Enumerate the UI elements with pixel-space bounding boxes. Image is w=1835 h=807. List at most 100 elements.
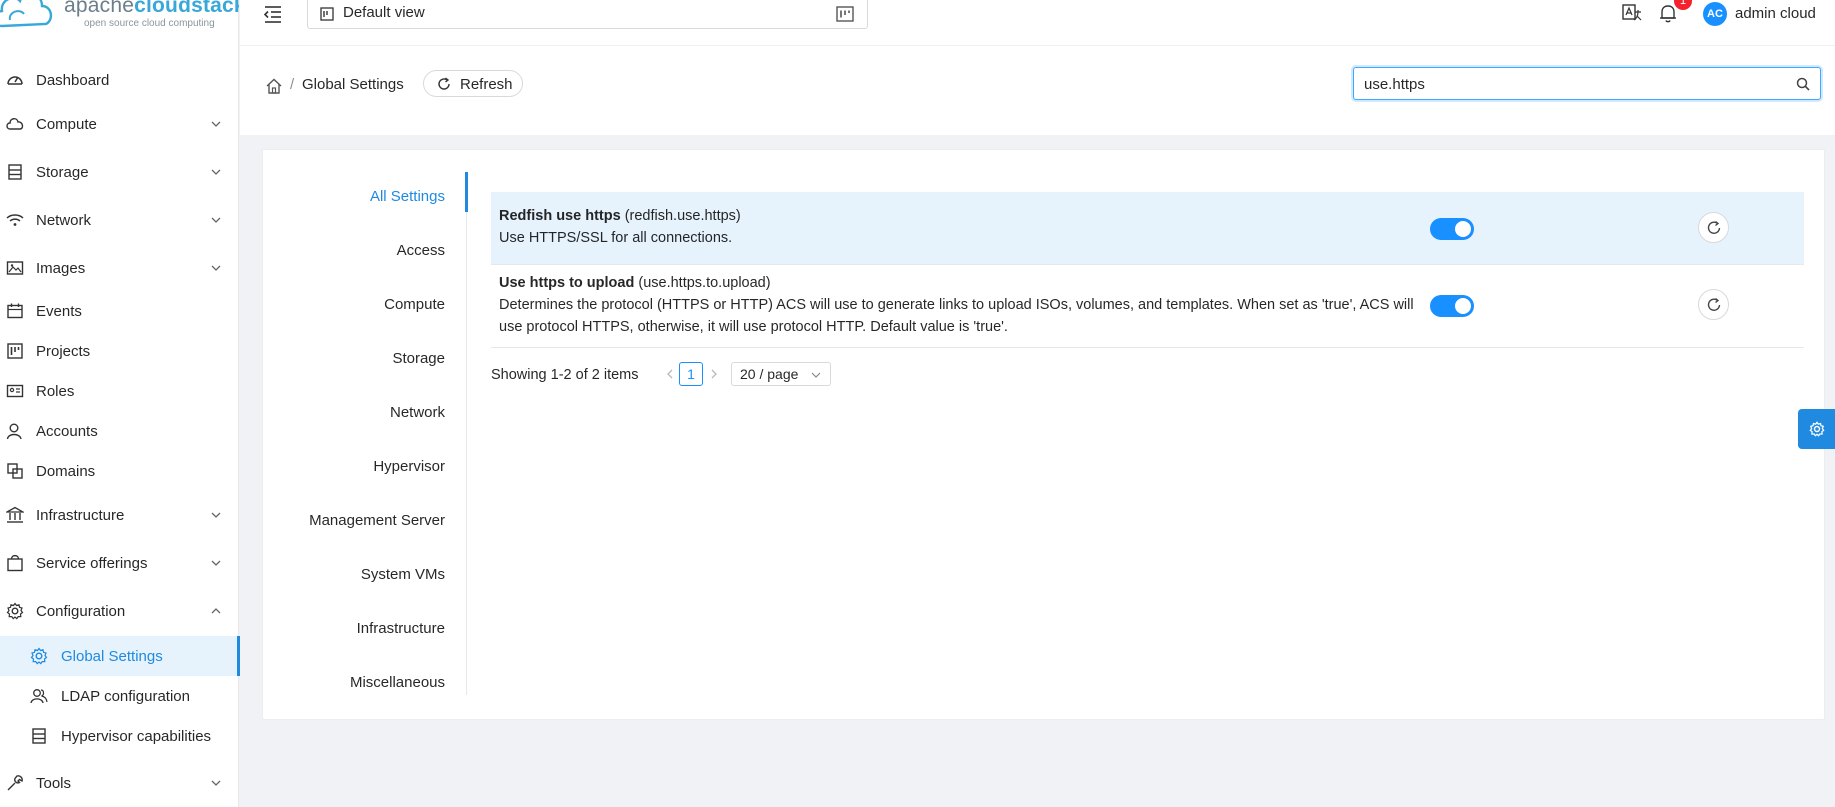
tab-storage[interactable]: Storage (263, 332, 467, 386)
category-tabs: All Settings Access Compute Storage Netw… (263, 170, 467, 710)
tab-all-settings[interactable]: All Settings (263, 170, 467, 224)
tab-management-server[interactable]: Management Server (263, 494, 467, 548)
sidebar-item-global-settings[interactable]: Global Settings (0, 636, 240, 676)
sidebar-item-domains[interactable]: Domains (0, 451, 239, 491)
chevron-left-icon[interactable] (663, 367, 677, 381)
brand-tagline: open source cloud computing (84, 18, 215, 29)
setting-toggle[interactable] (1430, 218, 1474, 240)
chevron-down-icon (211, 512, 221, 518)
chevron-up-icon (211, 608, 221, 614)
wifi-icon (6, 211, 24, 229)
database-icon (30, 727, 48, 745)
menu-fold-icon[interactable] (262, 3, 284, 25)
sidebar-item-label: Global Settings (61, 647, 163, 665)
sidebar-item-label: Accounts (36, 422, 98, 440)
reload-icon (1707, 297, 1721, 311)
chevron-down-icon (211, 217, 221, 223)
reload-icon (438, 77, 450, 90)
setting-row[interactable]: Redfish use https (redfish.use.https) Us… (491, 192, 1804, 265)
setting-title: Redfish use https (redfish.use.https) (499, 208, 741, 224)
chevron-right-icon[interactable] (707, 367, 721, 381)
sidebar-item-network[interactable]: Network (0, 200, 239, 240)
sidebar-item-infrastructure[interactable]: Infrastructure (0, 495, 239, 535)
setting-icon (30, 647, 48, 665)
sidebar-item-label: Events (36, 302, 82, 320)
home-icon[interactable] (265, 77, 283, 95)
tab-infrastructure[interactable]: Infrastructure (263, 602, 467, 656)
sidebar-item-label: LDAP configuration (61, 687, 190, 705)
pagination: Showing 1-2 of 2 items 1 20 / page (491, 361, 1091, 391)
setting-row[interactable]: Use https to upload (use.https.to.upload… (491, 265, 1804, 348)
sidebar-item-label: Domains (36, 462, 96, 480)
sidebar-item-configuration[interactable]: Configuration (0, 591, 239, 631)
cloud-logo-icon (0, 0, 53, 28)
refresh-button[interactable]: Refresh (423, 70, 523, 97)
idcard-icon (6, 382, 24, 400)
sidebar-item-label: Storage (36, 163, 89, 181)
project-icon (320, 7, 334, 21)
chevron-down-icon (211, 780, 221, 786)
reset-button[interactable] (1698, 289, 1729, 320)
project-view-select[interactable]: Default view (307, 0, 868, 29)
user-icon (6, 422, 24, 440)
tab-compute[interactable]: Compute (263, 278, 467, 332)
pagination-total: Showing 1-2 of 2 items (491, 367, 639, 383)
sidebar-item-label: Tools (36, 774, 72, 792)
sidebar: apachecloudstack open source cloud compu… (0, 0, 240, 807)
refresh-label: Refresh (460, 76, 513, 93)
database-icon (6, 163, 24, 181)
page-size-select[interactable]: 20 / page (731, 362, 831, 386)
page-title: Global Settings (302, 76, 404, 93)
sidebar-item-service-offerings[interactable]: Service offerings (0, 543, 239, 583)
sidebar-item-label: Infrastructure (36, 506, 125, 524)
cloud-icon (6, 115, 24, 133)
sidebar-item-tools[interactable]: Tools (0, 763, 239, 803)
sidebar-item-storage[interactable]: Storage (0, 152, 239, 192)
sidebar-item-hypervisor-capabilities[interactable]: Hypervisor capabilities (0, 716, 239, 756)
setting-toggle[interactable] (1430, 295, 1474, 317)
sidebar-item-compute[interactable]: Compute (0, 104, 239, 144)
setting-icon (1809, 421, 1825, 437)
sidebar-item-images[interactable]: Images (0, 248, 239, 288)
project-icon (6, 342, 24, 360)
sidebar-item-label: Compute (36, 115, 97, 133)
sidebar-item-ldap-configuration[interactable]: LDAP configuration (0, 676, 239, 716)
avatar[interactable]: AC (1703, 2, 1727, 26)
setting-description: Determines the protocol (HTTPS or HTTP) … (499, 297, 1414, 335)
team-icon (30, 687, 48, 705)
sidebar-item-dashboard[interactable]: Dashboard (0, 60, 239, 100)
sidebar-item-events[interactable]: Events (0, 291, 239, 331)
calendar-icon (6, 302, 24, 320)
tab-hypervisor[interactable]: Hypervisor (263, 440, 467, 494)
page-number[interactable]: 1 (679, 362, 703, 386)
search-icon[interactable] (1796, 77, 1810, 91)
settings-drawer-button[interactable] (1798, 409, 1835, 449)
sidebar-item-label: Network (36, 211, 92, 229)
sidebar-item-projects[interactable]: Projects (0, 331, 239, 371)
tab-network[interactable]: Network (263, 386, 467, 440)
sidebar-item-label: Dashboard (36, 71, 110, 89)
chevron-down-icon (211, 560, 221, 566)
tab-miscellaneous[interactable]: Miscellaneous (263, 656, 467, 710)
sidebar-item-label: Configuration (36, 602, 126, 620)
tab-access[interactable]: Access (263, 224, 467, 278)
sidebar-item-label: Projects (36, 342, 91, 360)
breadcrumb-separator: / (290, 76, 295, 93)
sidebar-item-label: Roles (36, 382, 75, 400)
chevron-down-icon (811, 372, 821, 378)
logo[interactable]: apachecloudstack open source cloud compu… (0, 0, 239, 40)
page-size-value: 20 / page (740, 366, 799, 382)
chevron-down-icon (211, 265, 221, 271)
brand-name: apachecloudstack (64, 0, 239, 17)
username[interactable]: admin cloud (1735, 5, 1816, 22)
reset-button[interactable] (1698, 212, 1729, 243)
sidebar-item-label: Hypervisor capabilities (61, 727, 212, 745)
dashboard-icon (6, 71, 24, 89)
tab-system-vms[interactable]: System VMs (263, 548, 467, 602)
search-input[interactable] (1364, 73, 1784, 95)
reload-icon (1707, 220, 1721, 234)
translate-icon[interactable] (1621, 2, 1643, 24)
sidebar-item-accounts[interactable]: Accounts (0, 411, 239, 451)
sidebar-item-roles[interactable]: Roles (0, 371, 239, 411)
search-box[interactable] (1353, 67, 1821, 100)
